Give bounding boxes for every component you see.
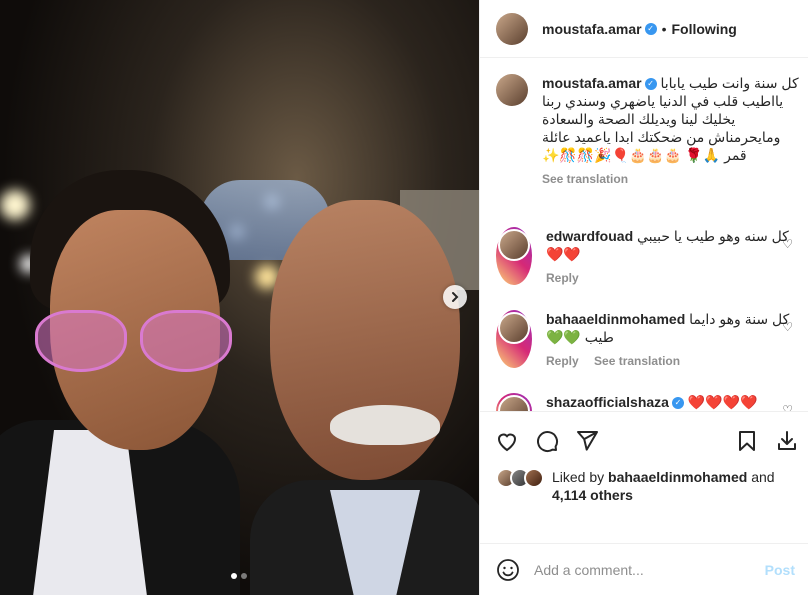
comment-input[interactable]: Add a comment... — [534, 562, 765, 578]
post-comment-button[interactable]: Post — [765, 562, 795, 578]
comments-list[interactable]: moustafa.amar ✓ كل سنة وانت طيب يابابا يا… — [480, 59, 808, 411]
person-left — [0, 170, 240, 595]
likes-and: and — [751, 469, 775, 485]
commenter-avatar — [498, 395, 530, 411]
like-comment-icon[interactable]: ♡ — [782, 403, 793, 411]
pink-sunglasses — [35, 310, 235, 380]
save-button[interactable] — [734, 428, 760, 454]
comment-button[interactable] — [534, 428, 560, 454]
bookmark-icon — [739, 431, 755, 451]
comment-icon — [537, 431, 559, 453]
emoji-icon[interactable] — [496, 558, 520, 582]
share-button[interactable] — [574, 428, 600, 454]
person-right — [250, 200, 479, 595]
like-comment-icon[interactable]: ♡ — [782, 237, 793, 251]
comment-text: ❤️❤️❤️❤️ — [687, 394, 758, 410]
carousel-dot — [231, 573, 237, 579]
like-button[interactable] — [494, 428, 520, 454]
heart-icon — [497, 433, 517, 452]
liker-avatars[interactable] — [496, 468, 548, 488]
liker-username[interactable]: bahaaeldinmohamed — [608, 469, 747, 485]
caption: moustafa.amar ✓ كل سنة وانت طيب يابابا يا… — [496, 74, 801, 186]
author-avatar[interactable] — [496, 74, 528, 106]
likes-count[interactable]: 4,114 others — [552, 487, 633, 503]
post-actions — [480, 411, 808, 471]
comment-item: shazaofficialshaza ✓ ❤️❤️❤️❤️ ♡ — [496, 393, 801, 411]
verified-badge-icon: ✓ — [671, 397, 684, 410]
carousel-indicator — [231, 573, 247, 579]
separator: • — [661, 20, 667, 37]
see-translation-link[interactable]: See translation — [542, 172, 628, 186]
verified-badge-icon: ✓ — [644, 22, 657, 35]
following-button[interactable]: Following — [672, 21, 737, 37]
story-ring[interactable] — [496, 310, 532, 368]
download-button[interactable] — [774, 428, 800, 454]
next-photo-button[interactable] — [443, 285, 467, 309]
liked-by-label: Liked by — [552, 469, 605, 485]
author-username[interactable]: moustafa.amar — [542, 21, 642, 37]
see-translation-link[interactable]: See translation — [594, 354, 680, 368]
story-ring[interactable] — [496, 227, 532, 285]
add-comment-bar: Add a comment... Post — [480, 543, 808, 595]
download-icon — [778, 431, 796, 450]
likes-summary: Liked by bahaaeldinmohamed and 4,114 oth… — [496, 468, 801, 504]
commenter-avatar — [498, 312, 530, 344]
post-header: moustafa.amar ✓ • Following — [480, 0, 808, 58]
caption-username[interactable]: moustafa.amar — [542, 75, 642, 91]
post-photo[interactable] — [0, 0, 479, 595]
chevron-right-icon — [452, 292, 459, 302]
comment-username[interactable]: bahaaeldinmohamed — [546, 311, 685, 327]
post-sidebar: moustafa.amar ✓ • Following moustafa.ama… — [479, 0, 808, 595]
send-icon — [577, 431, 598, 451]
carousel-dot — [241, 573, 247, 579]
comment-item: edwardfouad كل سنه وهو طيب يا حبيبي ❤️❤️… — [496, 227, 801, 285]
comment-username[interactable]: shazaofficialshaza — [546, 394, 669, 410]
reply-button[interactable]: Reply — [546, 354, 579, 368]
comment-item: bahaaeldinmohamed كل سنة وهو دايما طيب 💚… — [496, 310, 801, 368]
verified-badge-icon: ✓ — [644, 78, 657, 91]
author-avatar[interactable] — [496, 12, 528, 45]
commenter-avatar — [498, 229, 530, 261]
comment-username[interactable]: edwardfouad — [546, 228, 633, 244]
like-comment-icon[interactable]: ♡ — [782, 320, 793, 334]
story-ring[interactable] — [496, 393, 532, 411]
reply-button[interactable]: Reply — [546, 271, 579, 285]
liker-avatar — [524, 468, 544, 488]
